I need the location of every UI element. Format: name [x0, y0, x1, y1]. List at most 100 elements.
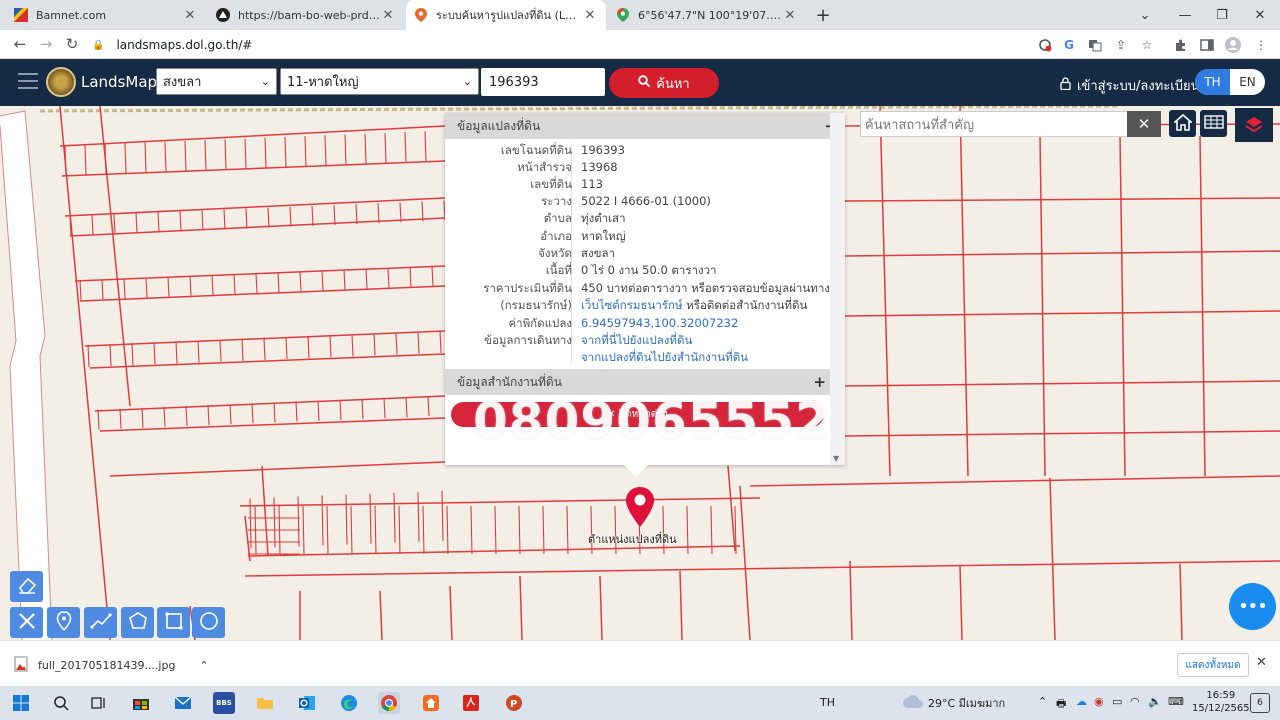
bookmark-star-icon[interactable]: ☆ — [1138, 36, 1156, 54]
wifi-icon[interactable]: ◠ — [1130, 695, 1140, 708]
tab-title: Bamnet.com — [36, 8, 107, 22]
keyboard-icon[interactable]: ⌨ — [1168, 695, 1184, 708]
row-label: ราคาประเมินที่ดิน — [483, 281, 572, 295]
onedrive-icon[interactable]: ☁ — [1076, 695, 1087, 708]
hamburger-menu-icon[interactable] — [18, 73, 38, 91]
show-all-button[interactable]: แสดงทั้งหมด — [1177, 653, 1249, 677]
battery-icon[interactable]: ▭ — [1112, 695, 1122, 708]
google-icon[interactable]: G — [1060, 36, 1078, 54]
lang-en-button[interactable]: EN — [1230, 69, 1265, 95]
scroll-down-icon[interactable]: ▼ — [833, 454, 839, 463]
home-app-icon[interactable] — [420, 692, 442, 714]
mail-icon[interactable] — [172, 692, 194, 714]
row-value: 196393 — [581, 143, 625, 157]
notification-icon[interactable]: 6 — [1250, 693, 1270, 713]
svg-text:P: P — [510, 699, 517, 710]
system-clock[interactable]: 16:59 15/12/2565 — [1192, 689, 1250, 715]
tab-close-icon[interactable]: ✕ — [182, 8, 198, 23]
tab-google-maps[interactable]: 6°56'47.7"N 100°19'07.7"E - Goo ✕ — [608, 0, 806, 30]
close-window-button[interactable]: ✕ — [1240, 0, 1280, 30]
deed-number-input[interactable]: 196393 — [481, 68, 605, 96]
tab-landsmaps[interactable]: ระบบค้นหารูปแปลงที่ดิน (LandsMaps ✕ — [406, 0, 606, 30]
tab-search-icon[interactable]: ⌄ — [1125, 0, 1165, 30]
profile-avatar-icon[interactable] — [1224, 36, 1242, 54]
translate-icon[interactable] — [1086, 36, 1104, 54]
bbs-app-icon[interactable]: BBS — [213, 692, 235, 714]
row-sheet: ระวาง 5022 I 4666-01 (1000) — [445, 193, 830, 210]
input-language[interactable]: TH — [820, 696, 835, 709]
maximize-button[interactable]: ❐ — [1202, 0, 1242, 30]
windows-start-icon[interactable] — [10, 692, 32, 714]
more-options-button[interactable]: ••• — [1229, 583, 1276, 630]
reload-icon[interactable]: ↻ — [60, 34, 84, 54]
land-info-header[interactable]: ข้อมูลแปลงที่ดิน − — [445, 113, 845, 139]
antivirus-icon[interactable]: ◉ — [1094, 695, 1104, 708]
row-area: เนื้อที่ 0 ไร่ 0 งาน 50.0 ตารางวา — [445, 262, 830, 279]
tray-chevron-icon[interactable]: ⌃ — [1038, 695, 1047, 708]
search-icon[interactable] — [50, 692, 72, 714]
directions-to-office-link[interactable]: จากแปลงที่ดินไปยังสำนักงานที่ดิน — [581, 349, 748, 366]
tab-close-icon[interactable]: ✕ — [782, 8, 798, 23]
point-tool-button[interactable] — [47, 607, 80, 638]
phone-watermark: 0809065552 — [473, 392, 831, 450]
outlook-icon[interactable] — [296, 692, 318, 714]
tab-bam-bo[interactable]: https://bam-bo-web-prd.bam.co ✕ — [208, 0, 404, 30]
location-pin-icon[interactable] — [625, 487, 655, 530]
tab-close-icon[interactable]: ✕ — [582, 8, 598, 23]
weather-widget[interactable]: 29°C มีเมฆมาก — [902, 694, 1005, 712]
printer-icon[interactable]: 🖶 — [1056, 695, 1066, 714]
row-label: ข้อมูลการเดินทาง — [484, 333, 572, 347]
treasury-website-link[interactable]: เว็บไซต์กรมธนารักษ์ — [581, 298, 683, 312]
measure-tool-button[interactable] — [10, 607, 43, 638]
search-button[interactable]: ค้นหา — [609, 68, 719, 98]
row-value: 0 ไร่ 0 งาน 50.0 ตารางวา — [581, 263, 717, 277]
tab-bamnet[interactable]: Bamnet.com ✕ — [6, 0, 206, 30]
share-icon[interactable]: ⇪ — [1112, 36, 1130, 54]
tab-close-icon[interactable]: ✕ — [380, 8, 396, 23]
back-icon[interactable]: ← — [8, 34, 32, 54]
menu-kebab-icon[interactable]: ⋮ — [1252, 36, 1270, 54]
chrome-icon[interactable] — [378, 692, 400, 714]
login-link[interactable]: เข้าสู่ระบบ/ลงทะเบียน — [1060, 75, 1199, 96]
eraser-tool-button[interactable] — [10, 571, 43, 602]
url-field[interactable]: 🔒 landsmaps.dol.go.th/# — [92, 34, 1022, 56]
eraser-icon — [17, 576, 37, 597]
acrobat-icon[interactable] — [460, 692, 482, 714]
brand-name: LandsMaps — [81, 73, 165, 91]
download-bar-close-icon[interactable]: ✕ — [1256, 655, 1267, 670]
store-icon[interactable] — [130, 692, 152, 714]
row-value: ทุ่งตำเสา — [581, 211, 626, 225]
task-view-icon[interactable] — [88, 692, 110, 714]
rectangle-tool-button[interactable] — [157, 607, 190, 638]
province-value: สงขลา — [163, 75, 202, 90]
province-select[interactable]: สงขลา ⌄ — [156, 68, 277, 95]
clear-search-button[interactable]: ✕ — [1127, 111, 1161, 137]
powerpoint-icon[interactable]: P — [503, 692, 525, 714]
volume-icon[interactable]: 🔈 — [1148, 695, 1162, 708]
grid-button[interactable] — [1200, 110, 1227, 137]
row-label: (กรมธนารักษ์) — [500, 298, 572, 312]
place-search-input[interactable]: ค้นหาสถานที่สำคัญ — [860, 111, 1128, 137]
home-button[interactable] — [1169, 110, 1196, 137]
circle-tool-button[interactable] — [192, 607, 225, 638]
side-panel-icon[interactable] — [1198, 36, 1216, 54]
minimize-button[interactable]: — — [1165, 0, 1205, 30]
edge-icon[interactable] — [338, 692, 360, 714]
panel-scrollbar[interactable]: ▼ — [830, 113, 845, 465]
row-label: เลขที่ดิน — [530, 177, 572, 191]
chevron-up-icon[interactable]: ⌃ — [199, 659, 208, 672]
blocked-icon[interactable] — [1036, 36, 1054, 54]
forward-icon[interactable]: → — [34, 34, 58, 54]
coordinates-link[interactable]: 6.94597943,100.32007232 — [581, 315, 738, 332]
layers-button[interactable] — [1235, 108, 1273, 142]
district-select[interactable]: 11-หาดใหญ่ ⌄ — [280, 68, 479, 95]
directions-to-parcel-link[interactable]: จากที่นี่ไปยังแปลงที่ดิน — [581, 332, 692, 349]
line-tool-button[interactable] — [84, 607, 117, 638]
new-tab-button[interactable]: + — [810, 0, 836, 30]
extensions-icon[interactable] — [1172, 36, 1190, 54]
lang-th-button[interactable]: TH — [1195, 69, 1230, 95]
download-item[interactable]: full_201705181439....jpg ⌃ — [14, 656, 209, 675]
polygon-tool-button[interactable] — [121, 607, 154, 638]
expand-icon[interactable]: + — [813, 373, 826, 391]
file-explorer-icon[interactable] — [254, 692, 276, 714]
